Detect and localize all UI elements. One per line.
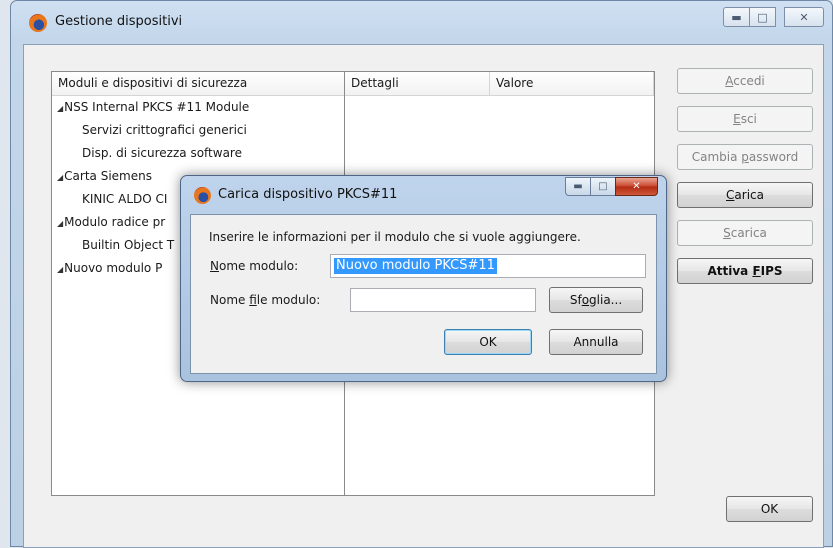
dialog-cancel-button[interactable]: Annulla — [549, 329, 643, 355]
minimize-button[interactable]: ▬ — [723, 7, 750, 27]
expand-triangle-icon[interactable]: ◢ — [57, 104, 63, 113]
browse-button[interactable]: Sfoglia... — [549, 287, 643, 313]
login-button[interactable]: Accedi — [677, 68, 813, 94]
column-details[interactable]: Dettagli — [345, 72, 490, 95]
module-name-label: Nome modulo: — [210, 259, 299, 273]
window-controls: ▬ □ ✕ — [723, 7, 824, 27]
window-title: Gestione dispositivi — [55, 14, 183, 29]
tree-column-header[interactable]: Moduli e dispositivi di sicurezza — [52, 72, 344, 96]
column-value[interactable]: Valore — [490, 72, 654, 95]
unload-button[interactable]: Scarica — [677, 220, 813, 246]
change-password-button[interactable]: Cambia password — [677, 144, 813, 170]
module-name-input[interactable]: Nuovo modulo PKCS#11 — [330, 254, 646, 278]
tree-item-label: Modulo radice pr — [64, 215, 166, 229]
details-header: Dettagli Valore — [345, 72, 654, 96]
maximize-button[interactable]: □ — [749, 7, 776, 27]
tree-device-item[interactable]: Servizi crittografici generici — [52, 119, 344, 142]
tree-item-label: Nuovo modulo P — [64, 261, 163, 275]
dialog-client-area: Inserire le informazioni per il modulo c… — [190, 214, 657, 374]
tree-device-item[interactable]: Disp. di sicurezza software — [52, 142, 344, 165]
close-button[interactable]: ✕ — [784, 7, 824, 27]
tree-item-label: Disp. di sicurezza software — [82, 146, 242, 160]
firefox-icon — [29, 14, 47, 32]
expand-triangle-icon[interactable]: ◢ — [57, 219, 63, 228]
expand-triangle-icon[interactable]: ◢ — [57, 265, 63, 274]
tree-item-label: Builtin Object T — [82, 238, 175, 252]
enable-fips-button[interactable]: Attiva FIPS — [677, 258, 813, 284]
tree-item-label: Servizi crittografici generici — [82, 123, 247, 137]
load-button[interactable]: Carica — [677, 182, 813, 208]
dialog-close-button[interactable]: ✕ — [615, 177, 658, 196]
module-file-label: Nome file modulo: — [210, 293, 321, 307]
tree-item-label: Carta Siemens — [64, 169, 152, 183]
firefox-icon — [194, 187, 211, 204]
tree-item-label: KINIC ALDO CI — [82, 192, 168, 206]
dialog-maximize-button[interactable]: □ — [590, 177, 616, 196]
dialog-minimize-button[interactable]: ▬ — [565, 177, 591, 196]
dialog-title: Carica dispositivo PKCS#11 — [218, 187, 398, 202]
tree-module-item[interactable]: ◢NSS Internal PKCS #11 Module — [52, 96, 344, 119]
dialog-ok-button[interactable]: OK — [444, 329, 532, 355]
tree-item-label: NSS Internal PKCS #11 Module — [64, 100, 250, 114]
logout-button[interactable]: Esci — [677, 106, 813, 132]
expand-triangle-icon[interactable]: ◢ — [57, 173, 63, 182]
ok-button[interactable]: OK — [726, 496, 813, 522]
dialog-window-controls: ▬ □ ✕ — [565, 177, 658, 196]
load-pkcs11-dialog: Carica dispositivo PKCS#11 ▬ □ ✕ Inserir… — [180, 175, 667, 382]
module-file-input[interactable] — [350, 288, 536, 312]
dialog-message: Inserire le informazioni per il modulo c… — [209, 230, 581, 244]
